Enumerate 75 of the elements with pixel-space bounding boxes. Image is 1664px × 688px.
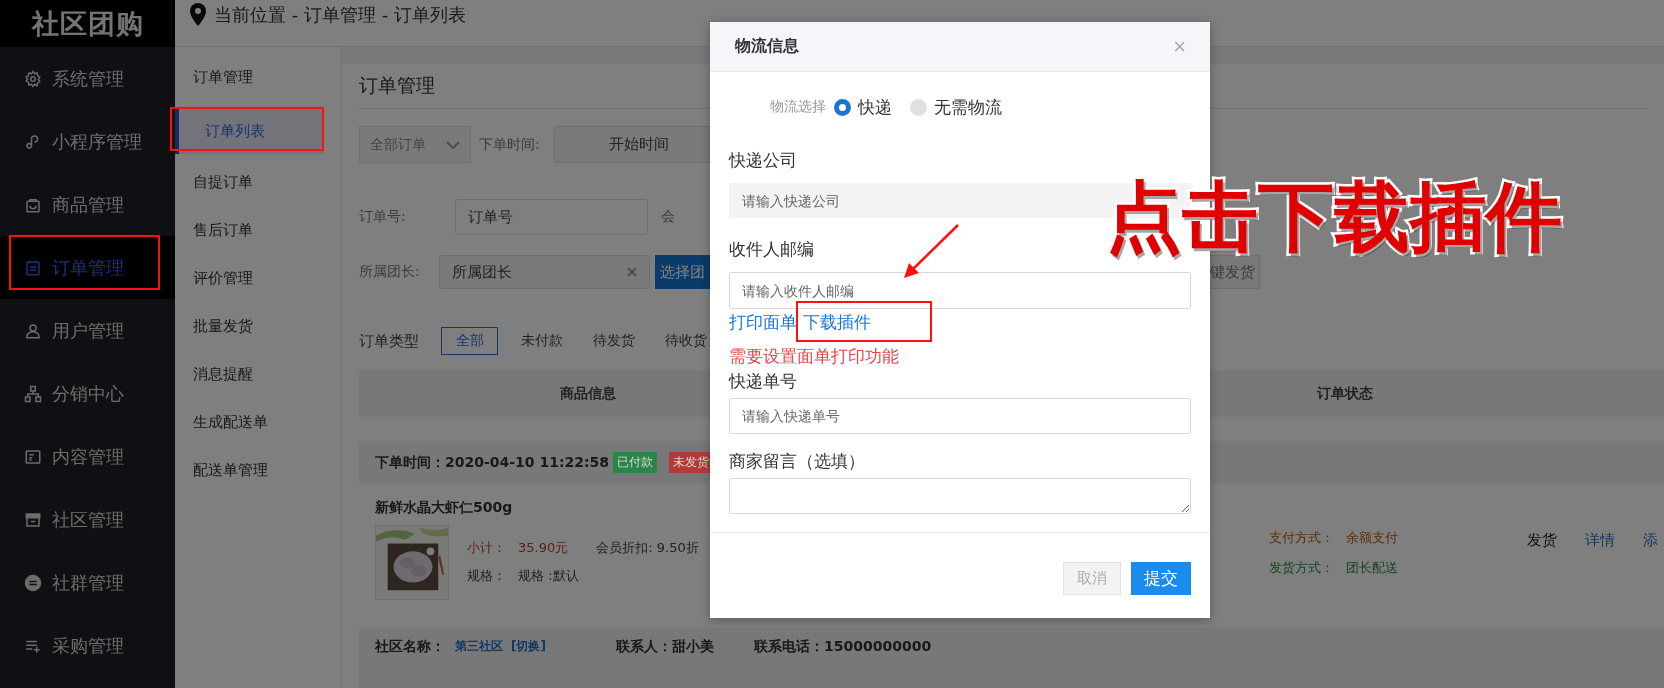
field-label: 快递公司 (729, 148, 798, 172)
order-type-tab[interactable]: 全部 (441, 327, 498, 355)
field-label: 收件人邮编 (729, 237, 815, 261)
submenu-item[interactable]: 评价管理 (175, 254, 324, 302)
spec-value: 规格 :默认 (518, 567, 579, 585)
product-name: 新鲜水晶大虾仁500g (375, 499, 513, 517)
chevron-down-icon (446, 139, 460, 150)
submenu-item[interactable]: 配送单管理 (175, 446, 324, 494)
field-label: 商家留言（选填） (729, 449, 866, 473)
switch-link[interactable]: [切换] (511, 638, 546, 655)
order-time: 下单时间：2020-04-10 11:22:58 (375, 453, 610, 472)
tracking-number-field[interactable]: 请输入快递单号 (729, 398, 1191, 434)
submenu-item[interactable]: 自提订单 (175, 158, 324, 206)
submenu-item[interactable]: 订单列表 (175, 108, 324, 154)
payment-value: 余额支付 (1346, 529, 1398, 547)
sidebar-item[interactable]: 小程序管理 (0, 110, 175, 173)
sidebar-item[interactable]: 社区管理 (0, 488, 175, 551)
field-label: 所属团长: (359, 263, 421, 281)
submenu-item[interactable]: 批量发货 (175, 302, 324, 350)
clear-icon[interactable] (627, 267, 637, 277)
leader-field[interactable]: 所属团长 (439, 255, 650, 289)
payment-label: 支付方式： (1269, 529, 1334, 547)
radio-button[interactable] (834, 98, 851, 116)
user-icon (24, 321, 42, 340)
field-label: 订单号: (359, 208, 407, 226)
sidebar-item[interactable]: 商品管理 (0, 173, 175, 236)
submit-button[interactable]: 提交 (1131, 562, 1191, 595)
equals-circle-icon (24, 573, 42, 592)
field-label: 会 (661, 208, 675, 226)
order-type-tab[interactable]: 待发货 (578, 327, 650, 355)
sidebar-item[interactable]: 采购管理 (0, 614, 175, 677)
member-discount: 会员折扣: 9.50折 (596, 539, 699, 557)
hierarchy-icon (24, 384, 42, 403)
subtotal-label: 小计： (467, 539, 506, 557)
dialog-title: 物流信息 (735, 36, 799, 57)
field-label: 下单时间: (479, 135, 540, 154)
warning-text: 需要设置面单打印功能 (729, 344, 900, 368)
delivery-value: 团长配送 (1346, 559, 1398, 577)
order-number-field[interactable]: 订单号 (455, 199, 648, 235)
column-header: 订单状态 (1316, 384, 1373, 403)
order-action-link[interactable]: 详情 (1585, 531, 1615, 600)
sidebar-item[interactable]: 用户管理 (0, 299, 175, 362)
dialog-link[interactable]: 下载插件 (803, 310, 871, 334)
calendar-icon (24, 258, 42, 277)
order-type-tab[interactable]: 未付款 (506, 327, 578, 355)
column-header: 商品信息 (560, 384, 616, 403)
submenu-item[interactable]: 售后订单 (175, 206, 324, 254)
sidebar-item[interactable]: 分销中心 (0, 362, 175, 425)
dialog-link[interactable]: 打印面单 (729, 310, 797, 334)
field-label: 快递单号 (729, 369, 798, 393)
status-badge: 已付款 (613, 452, 658, 473)
note-field[interactable] (729, 478, 1191, 514)
close-button[interactable]: × (1173, 35, 1186, 58)
submenu-item[interactable]: 消息提醒 (175, 350, 324, 398)
order-action-link[interactable]: 添 (1643, 531, 1658, 600)
app-logo: 社区团购 (0, 0, 175, 47)
subtotal-value: 35.90元 (518, 539, 569, 557)
sidebar-item[interactable]: 系统管理 (0, 47, 175, 110)
breadcrumb: 当前位置 - 订单管理 - 订单列表 (214, 3, 466, 27)
delivery-label: 发货方式： (1269, 559, 1334, 577)
community-link[interactable]: 第三社区 (455, 638, 503, 655)
gear-icon (24, 69, 42, 88)
sidebar-item[interactable]: 内容管理 (0, 425, 175, 488)
submenu-heading: 订单管理 (192, 66, 254, 88)
spec-label: 规格： (467, 567, 506, 585)
order-action-link[interactable]: 发货 (1527, 531, 1557, 600)
contact-phone: 联系电话：15000000000 (753, 638, 932, 656)
community-label: 社区名称： (375, 638, 445, 656)
postcode-field[interactable]: 请输入收件人邮编 (729, 272, 1191, 309)
submenu-item[interactable]: 生成配送单 (175, 398, 324, 446)
contact-name: 联系人：甜小美 (615, 638, 714, 656)
sidebar-item[interactable]: 社群管理 (0, 551, 175, 614)
document-icon (24, 447, 42, 466)
filter-label: 订单类型 (359, 331, 420, 351)
store-icon (24, 510, 42, 529)
